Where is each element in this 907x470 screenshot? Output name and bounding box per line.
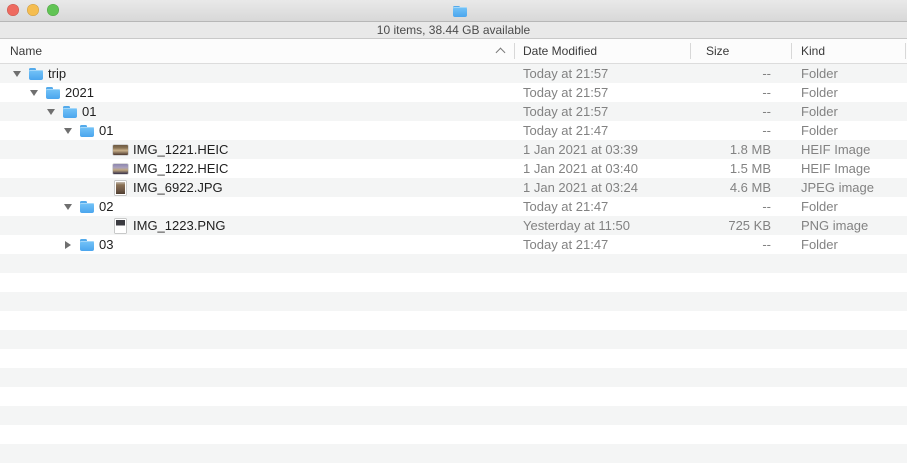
size-cell: -- bbox=[690, 64, 781, 83]
folder-icon bbox=[62, 104, 78, 120]
size-cell: -- bbox=[690, 121, 781, 140]
folder-icon bbox=[45, 85, 61, 101]
date-modified-cell: Yesterday at 11:50 bbox=[523, 216, 630, 235]
disclosure-triangle-icon[interactable] bbox=[61, 238, 75, 252]
table-row[interactable]: 01 Today at 21:47 -- Folder bbox=[0, 121, 907, 140]
table-row[interactable]: IMG_6922.JPG 1 Jan 2021 at 03:24 4.6 MB … bbox=[0, 178, 907, 197]
photo-png-icon bbox=[113, 218, 129, 234]
finder-window: 10 items, 38.44 GB available Name Date M… bbox=[0, 0, 907, 470]
file-name: IMG_1223.PNG bbox=[133, 218, 226, 233]
column-header-size[interactable]: Size bbox=[706, 39, 729, 63]
folder-icon bbox=[79, 237, 95, 253]
disclosure-triangle-icon[interactable] bbox=[61, 200, 75, 214]
file-name: 01 bbox=[82, 104, 96, 119]
size-cell: -- bbox=[690, 235, 781, 254]
kind-cell: Folder bbox=[801, 235, 838, 254]
column-header-date-modified[interactable]: Date Modified bbox=[523, 39, 597, 63]
date-modified-cell: Today at 21:57 bbox=[523, 83, 608, 102]
size-cell: -- bbox=[690, 197, 781, 216]
table-row[interactable]: IMG_1221.HEIC 1 Jan 2021 at 03:39 1.8 MB… bbox=[0, 140, 907, 159]
kind-cell: HEIF Image bbox=[801, 159, 870, 178]
date-modified-cell: 1 Jan 2021 at 03:24 bbox=[523, 178, 638, 197]
file-name: IMG_1222.HEIC bbox=[133, 161, 228, 176]
size-cell: -- bbox=[690, 83, 781, 102]
proxy-folder-icon[interactable] bbox=[452, 3, 456, 21]
photo-portrait-icon bbox=[113, 180, 129, 196]
column-divider[interactable] bbox=[791, 43, 792, 59]
close-button[interactable] bbox=[7, 4, 19, 16]
file-name: 03 bbox=[99, 237, 113, 252]
table-row[interactable]: 01 Today at 21:57 -- Folder bbox=[0, 102, 907, 121]
date-modified-cell: Today at 21:57 bbox=[523, 64, 608, 83]
disclosure-triangle-icon[interactable] bbox=[44, 105, 58, 119]
file-name: 02 bbox=[99, 199, 113, 214]
folder-icon bbox=[79, 199, 95, 215]
kind-cell: Folder bbox=[801, 121, 838, 140]
table-row[interactable]: IMG_1223.PNG Yesterday at 11:50 725 KB P… bbox=[0, 216, 907, 235]
table-row[interactable]: 02 Today at 21:47 -- Folder bbox=[0, 197, 907, 216]
kind-cell: Folder bbox=[801, 83, 838, 102]
status-bar: 10 items, 38.44 GB available bbox=[0, 22, 907, 39]
kind-cell: Folder bbox=[801, 64, 838, 83]
folder-icon bbox=[79, 123, 95, 139]
kind-cell: JPEG image bbox=[801, 178, 874, 197]
size-cell: 1.5 MB bbox=[690, 159, 781, 178]
kind-cell: HEIF Image bbox=[801, 140, 870, 159]
zoom-button[interactable] bbox=[47, 4, 59, 16]
window-titlebar[interactable] bbox=[0, 0, 907, 22]
size-cell: 725 KB bbox=[690, 216, 781, 235]
photo-sky-icon bbox=[113, 161, 129, 177]
photo-warm-icon bbox=[113, 142, 129, 158]
disclosure-spacer bbox=[95, 219, 109, 233]
size-cell: 4.6 MB bbox=[690, 178, 781, 197]
date-modified-cell: Today at 21:47 bbox=[523, 197, 608, 216]
column-header-kind[interactable]: Kind bbox=[801, 39, 825, 63]
file-name: IMG_6922.JPG bbox=[133, 180, 223, 195]
date-modified-cell: Today at 21:47 bbox=[523, 121, 608, 140]
file-name: 2021 bbox=[65, 85, 94, 100]
disclosure-triangle-icon[interactable] bbox=[27, 86, 41, 100]
date-modified-cell: Today at 21:47 bbox=[523, 235, 608, 254]
column-divider[interactable] bbox=[690, 43, 691, 59]
date-modified-cell: 1 Jan 2021 at 03:39 bbox=[523, 140, 638, 159]
date-modified-cell: Today at 21:57 bbox=[523, 102, 608, 121]
size-cell: -- bbox=[690, 102, 781, 121]
kind-cell: Folder bbox=[801, 197, 838, 216]
kind-cell: Folder bbox=[801, 102, 838, 121]
disclosure-triangle-icon[interactable] bbox=[10, 67, 24, 81]
disclosure-spacer bbox=[95, 143, 109, 157]
list-header: Name Date Modified Size Kind bbox=[0, 39, 907, 64]
column-divider[interactable] bbox=[514, 43, 515, 59]
status-text: 10 items, 38.44 GB available bbox=[377, 23, 530, 37]
minimize-button[interactable] bbox=[27, 4, 39, 16]
column-divider[interactable] bbox=[905, 43, 906, 59]
table-row[interactable]: 03 Today at 21:47 -- Folder bbox=[0, 235, 907, 254]
date-modified-cell: 1 Jan 2021 at 03:40 bbox=[523, 159, 638, 178]
table-row[interactable]: IMG_1222.HEIC 1 Jan 2021 at 03:40 1.5 MB… bbox=[0, 159, 907, 178]
table-row[interactable]: 2021 Today at 21:57 -- Folder bbox=[0, 83, 907, 102]
size-cell: 1.8 MB bbox=[690, 140, 781, 159]
folder-icon bbox=[28, 66, 44, 82]
table-row[interactable]: trip Today at 21:57 -- Folder bbox=[0, 64, 907, 83]
disclosure-spacer bbox=[95, 181, 109, 195]
column-header-name[interactable]: Name bbox=[10, 39, 42, 63]
file-list[interactable]: trip Today at 21:57 -- Folder 2021 Today… bbox=[0, 64, 907, 468]
kind-cell: PNG image bbox=[801, 216, 868, 235]
file-name: 01 bbox=[99, 123, 113, 138]
disclosure-triangle-icon[interactable] bbox=[61, 124, 75, 138]
disclosure-spacer bbox=[95, 162, 109, 176]
file-name: IMG_1221.HEIC bbox=[133, 142, 228, 157]
file-name: trip bbox=[48, 66, 66, 81]
sort-ascending-icon bbox=[496, 48, 506, 58]
